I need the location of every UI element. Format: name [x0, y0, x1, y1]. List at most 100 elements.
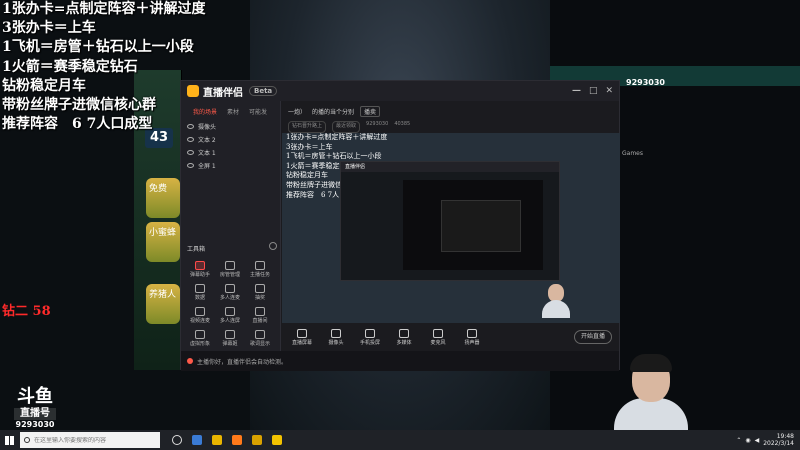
danmaku-icon [195, 261, 205, 270]
screen-capture-button[interactable]: 直播屏幕 [290, 328, 314, 346]
clock-date: 2022/3/14 [763, 440, 794, 447]
taskbar-apps [172, 435, 282, 445]
task-icon [255, 261, 265, 270]
window-controls: — □ ✕ [572, 86, 613, 96]
douyu-sub-text: 直播号 [14, 408, 56, 420]
monitor-icon [297, 328, 307, 338]
system-tray: ⌃ ◉ ◀ 19:48 2022/3/14 [736, 433, 800, 447]
tool-host-tasks[interactable]: 主播任务 [245, 261, 275, 282]
edge-icon[interactable] [192, 435, 202, 445]
tab-publish[interactable]: 可能发 [249, 107, 267, 116]
desktop: 43 免费 小蜜蜂 养猪人 直播伴侣 Beta — □ ✕ 我的场景 素材 可能… [0, 0, 800, 450]
microphone-icon [433, 328, 443, 338]
admin-icon [225, 261, 235, 270]
game-card-pig[interactable]: 养猪人 [146, 284, 180, 324]
lyrics-icon [255, 330, 265, 339]
explorer-icon[interactable] [272, 435, 282, 445]
taskbar-clock[interactable]: 19:48 2022/3/14 [763, 433, 794, 447]
stream-info-bar: 一炮） 的播的当个分别 播卖 [282, 101, 620, 121]
tool-lottery[interactable]: 抽奖 [245, 284, 275, 305]
tool-avatar[interactable]: 虚拟形象 [185, 330, 215, 351]
tool-room-admin[interactable]: 房管管理 [215, 261, 245, 282]
stream-category: 一炮） [288, 108, 307, 116]
camera-button[interactable]: 摄像头 [324, 328, 348, 346]
start-button[interactable] [0, 430, 18, 450]
maximize-icon[interactable]: □ [589, 86, 598, 96]
streaming-app-window: 直播伴侣 Beta — □ ✕ 我的场景 素材 可能发 摄像头 文本 2 文本 … [180, 80, 620, 371]
eye-icon[interactable] [187, 150, 194, 155]
stream-overlay-text: 1张办卡=点制定阵容＋讲解过度 3张办卡＝上车 1飞机＝房管＋钻石以上一小段 1… [2, 0, 205, 134]
right-games-label: Games [622, 150, 643, 157]
stream-stats-bar: 钻石晋升路上 最近领取 9293030 40385 [282, 121, 620, 133]
overlay-line: 1张办卡=点制定阵容＋讲解过度 [2, 1, 206, 17]
close-icon[interactable]: ✕ [605, 86, 613, 96]
windows-logo-icon [4, 435, 14, 445]
app-titlebar: 直播伴侣 Beta — □ ✕ [181, 81, 619, 101]
scene-item[interactable]: 文本 1 [181, 146, 280, 159]
streamer-webcam [610, 350, 690, 438]
task-view-icon[interactable] [172, 435, 182, 445]
tool-live-room[interactable]: 直播间 [245, 307, 275, 328]
game-card-bee[interactable]: 小蜜蜂 [146, 222, 180, 262]
live-room-icon [255, 307, 265, 316]
phone-cast-button[interactable]: 手机投屏 [358, 328, 382, 346]
clock-time: 19:48 [776, 433, 794, 440]
minimize-icon[interactable]: — [572, 86, 581, 96]
data-icon [195, 284, 205, 293]
overlay-line: 1火箭＝赛季稳定钻石 [2, 58, 138, 75]
media-button[interactable]: 多媒体 [392, 328, 416, 346]
media-icon [399, 328, 409, 338]
douyu-room-number: 9293030 [15, 420, 55, 429]
tab-materials[interactable]: 素材 [227, 107, 239, 116]
rank-button[interactable]: 钻石晋升路上 [288, 121, 327, 133]
nested-preview-window: 直播伴侣 [340, 161, 560, 281]
overlay-line: 钻粉稳定月车 [2, 77, 86, 94]
overlay-line: 带粉丝牌子进微信核心群 [2, 97, 156, 114]
camera-icon [331, 328, 341, 338]
toolbox-grid: 弹幕助手 房管管理 主播任务 数据 多人连麦 抽奖 视频连麦 多人连屏 直播间 … [185, 261, 277, 351]
overlay-line: 推荐阵容 6 7人口成型 [2, 116, 153, 133]
notice-icon [187, 358, 193, 364]
more-icon[interactable] [269, 242, 277, 250]
taskbar-search[interactable] [20, 432, 160, 448]
scene-item[interactable]: 文本 2 [181, 133, 280, 146]
tool-danmaku-girl[interactable]: 弹幕姬 [215, 330, 245, 351]
tool-lyrics[interactable]: 歌词显示 [245, 330, 275, 351]
phone-icon [365, 328, 375, 338]
streaming-app-icon[interactable] [232, 435, 242, 445]
stream-tag[interactable]: 播卖 [360, 105, 381, 117]
game-card-free[interactable]: 免费 [146, 178, 180, 218]
windows-taskbar: ⌃ ◉ ◀ 19:48 2022/3/14 [0, 430, 800, 450]
danmaku-girl-icon [225, 330, 235, 339]
microphone-button[interactable]: 麦克风 [426, 328, 450, 346]
room-id: 9293030 [366, 121, 389, 127]
video-link-icon [195, 307, 205, 316]
notice-bar: 主播你好，直播伴侣会自动检测。 [181, 351, 619, 371]
speaker-button[interactable]: 扬声器 [460, 328, 484, 346]
viewer-count: 40385 [394, 121, 411, 127]
tool-multi-screen[interactable]: 多人连屏 [215, 307, 245, 328]
eye-icon[interactable] [187, 163, 194, 168]
game-app-icon[interactable] [252, 435, 262, 445]
toolbox-title: 工具箱 [187, 246, 206, 253]
scene-item[interactable]: 全屏 1 [181, 159, 280, 172]
overlay-line: 1飞机＝房管＋钻石以上一小段 [2, 39, 194, 56]
network-icon[interactable]: ◉ [745, 437, 750, 444]
douyu-watermark: 斗鱼 直播号 9293030 [14, 388, 56, 430]
eye-icon[interactable] [187, 137, 194, 142]
folder-icon[interactable] [212, 435, 222, 445]
recent-button[interactable]: 最近领取 [332, 121, 361, 133]
tool-danmaku-assistant[interactable]: 弹幕助手 [185, 261, 215, 282]
tool-multi-mic[interactable]: 多人连麦 [215, 284, 245, 305]
stream-title[interactable]: 的播的当个分别 [312, 107, 354, 116]
overlay-line: 3张办卡＝上车 [2, 20, 96, 37]
tool-data[interactable]: 数据 [185, 284, 215, 305]
multi-screen-icon [225, 307, 235, 316]
tray-up-icon[interactable]: ⌃ [736, 437, 741, 444]
tool-video-link[interactable]: 视频连麦 [185, 307, 215, 328]
start-live-button[interactable]: 开始直播 [574, 330, 612, 344]
right-room-id: 9293030 [626, 78, 665, 87]
search-input[interactable] [34, 436, 154, 444]
app-left-panel: 我的场景 素材 可能发 摄像头 文本 2 文本 1 全屏 1 工具箱 弹幕助手 … [181, 101, 281, 351]
volume-icon[interactable]: ◀ [755, 437, 760, 444]
